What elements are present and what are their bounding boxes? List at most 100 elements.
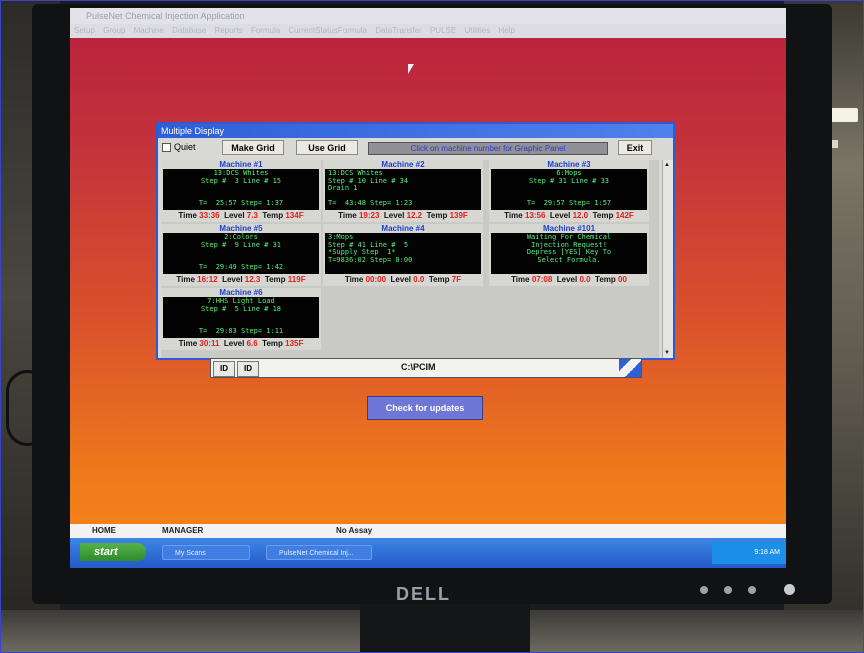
machine-time: 00:00 [365,275,387,284]
status-manager: MANAGER [162,526,204,535]
machine-name[interactable]: Machine #101 [489,224,649,233]
scroll-down-icon[interactable]: ▼ [664,350,670,356]
mouse-cursor-icon [408,64,414,84]
task-my-scans[interactable]: My Scans [162,545,250,560]
machine-screen: 3:Mops Step # 41 Line # 5 *Supply Step 1… [325,233,481,274]
use-grid-button[interactable]: Use Grid [296,140,358,155]
menu-data-transfer[interactable]: DataTransfer [375,26,421,35]
machine-temp: 135F [285,339,304,348]
machine-temp: 00 [618,275,627,284]
machine-footer: Time 16:12 Level 12.3 Temp 119F [176,275,306,284]
menu-reports[interactable]: Reports [215,26,243,35]
machine-temp: 119F [287,275,306,284]
machine-screen: 6:Mops Step # 31 Line # 33 T= 29:57 Step… [491,169,647,210]
machine-panel[interactable]: Machine #101 Waiting For Chemical Inject… [489,224,649,286]
desktop-screen: PulseNet Chemical Injection Application … [70,8,786,568]
menu-pulse[interactable]: PULSE [430,26,456,35]
machine-panel[interactable]: Machine #3 6:Mops Step # 31 Line # 33 T=… [489,160,649,222]
app-status-bar: HOME MANAGER No Assay [70,524,786,538]
monitor-button-3[interactable] [748,586,756,594]
machine-panel[interactable]: Machine #5 2:Colors Step # 9 Line # 31 T… [161,224,321,286]
scroll-up-icon[interactable]: ▲ [664,162,670,168]
monitor-logo: DELL [396,584,451,604]
machine-screen: 13:DCS Whites Step # 10 Line # 34 Drain … [325,169,481,210]
machine-name[interactable]: Machine #1 [161,160,321,169]
power-button[interactable] [784,584,795,595]
menu-machine[interactable]: Machine [134,26,164,35]
machine-level: 7.3 [246,211,258,220]
machine-name[interactable]: Machine #2 [323,160,483,169]
task-pulsenet[interactable]: PulseNet Chemical Inj... [266,545,372,560]
machine-time: 30:11 [199,339,220,348]
app-titlebar: PulseNet Chemical Injection Application [70,8,786,24]
machine-footer: Time 07:08 Level 0.0 Temp 00 [511,275,627,284]
menu-group[interactable]: Group [103,26,125,35]
machine-time: 16:12 [197,275,218,284]
id-button-1[interactable]: ID [213,361,235,377]
machine-level: 6.6 [246,339,258,348]
machine-temp: 139F [449,211,468,220]
monitor-button-2[interactable] [724,586,732,594]
menu-formula[interactable]: Formula [251,26,280,35]
machine-temp: 142F [615,211,634,220]
multiple-display-title: Multiple Display [158,124,673,138]
machine-grid: Machine #1 13:DCS Whites Step # 3 Line #… [161,160,659,358]
quiet-checkbox[interactable]: Quiet [162,142,196,152]
machine-level: 0.0 [413,275,425,284]
start-button[interactable]: start [80,543,146,561]
machine-name[interactable]: Machine #3 [489,160,649,169]
machine-level: 12.3 [244,275,261,284]
exit-button[interactable]: Exit [618,140,652,155]
quiet-label: Quiet [174,142,196,152]
checkbox-icon[interactable] [162,142,171,152]
machine-footer: Time 00:00 Level 0.0 Temp 7F [344,275,462,284]
machine-footer: Time 19:23 Level 12.2 Temp 139F [338,211,468,220]
working-path: C:\PCIM [401,362,436,372]
menu-current-status[interactable]: CurrentStatusFormula [288,26,367,35]
machine-panel[interactable]: Machine #6 7:HHS Light Load Step # 5 Lin… [161,288,321,350]
machine-level: 12.0 [572,211,589,220]
make-grid-button[interactable]: Make Grid [222,140,284,155]
check-for-updates-button[interactable]: Check for updates [367,396,483,420]
machine-panel[interactable]: Machine #1 13:DCS Whites Step # 3 Line #… [161,160,321,222]
menu-utilities[interactable]: Utilities [464,26,490,35]
windows-taskbar: start My Scans PulseNet Chemical Inj... … [70,538,786,568]
machine-screen: 2:Colors Step # 9 Line # 31 T= 29:49 Ste… [163,233,319,274]
machine-panel[interactable]: Machine #4 3:Mops Step # 41 Line # 5 *Su… [323,224,483,286]
machine-level: 12.2 [406,211,423,220]
machine-screen: 13:DCS Whites Step # 3 Line # 15 T= 25:5… [163,169,319,210]
machine-screen: Waiting For Chemical Injection Request! … [491,233,647,274]
machine-temp: 134F [285,211,304,220]
machine-level: 0.0 [579,275,591,284]
app-menubar: Setup Group Machine Database Reports For… [70,24,786,38]
machine-panel[interactable]: Machine #2 13:DCS Whites Step # 10 Line … [323,160,483,222]
machine-footer: Time 13:56 Level 12.0 Temp 142F [504,211,634,220]
clock[interactable]: 9:18 AM [754,549,780,556]
system-tray: 9:18 AM [712,542,786,564]
status-home: HOME [92,526,116,535]
monitor-stand [360,600,530,653]
id-button-2[interactable]: ID [237,361,259,377]
machine-name[interactable]: Machine #6 [161,288,321,297]
multiple-display-window: Multiple Display Quiet Make Grid Use Gri… [156,122,675,360]
menu-database[interactable]: Database [172,26,206,35]
machine-time: 07:08 [531,275,553,284]
grid-scrollbar[interactable]: ▲ ▼ [662,160,673,358]
graphic-panel-banner: Click on machine number for Graphic Pane… [368,142,608,155]
machine-name[interactable]: Machine #5 [161,224,321,233]
status-assay: No Assay [336,526,373,535]
window-corner-graphic [619,359,641,377]
machine-screen: 7:HHS Light Load Step # 5 Line # 18 T= 2… [163,297,319,338]
main-window-strip: ID ID C:\PCIM [210,358,642,378]
menu-setup[interactable]: Setup [74,26,95,35]
app-title: PulseNet Chemical Injection Application [86,11,245,21]
machine-time: 19:23 [358,211,380,220]
machine-temp: 7F [451,275,462,284]
machine-name[interactable]: Machine #4 [323,224,483,233]
monitor-button-1[interactable] [700,586,708,594]
menu-help[interactable]: Help [498,26,514,35]
machine-time: 13:56 [524,211,546,220]
machine-footer: Time 33:36 Level 7.3 Temp 134F [178,211,304,220]
machine-footer: Time 30:11 Level 6.6 Temp 135F [178,339,304,348]
machine-time: 33:36 [199,211,220,220]
